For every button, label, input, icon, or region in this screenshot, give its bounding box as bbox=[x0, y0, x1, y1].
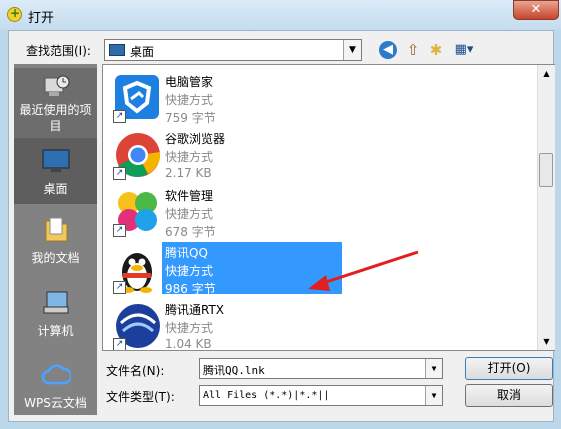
scroll-up-icon[interactable]: ▲ bbox=[538, 65, 555, 82]
chevron-down-icon[interactable]: ▼ bbox=[425, 386, 442, 405]
chevron-down-icon[interactable]: ▼ bbox=[425, 359, 442, 378]
vertical-scrollbar[interactable]: ▲ ▼ bbox=[537, 65, 555, 350]
file-type-select[interactable]: All Files (*.*)|*.*|| ▼ bbox=[199, 385, 443, 406]
file-type-value: All Files (*.*)|*.*|| bbox=[203, 390, 330, 401]
scroll-down-icon[interactable]: ▼ bbox=[538, 333, 555, 350]
file-type-label: 文件类型(T): bbox=[106, 390, 175, 404]
file-name-label: 文件名(N): bbox=[106, 364, 165, 378]
red-arrow-icon bbox=[308, 250, 419, 291]
cancel-button[interactable]: 取消 bbox=[465, 384, 553, 407]
file-name-value: 腾讯QQ.lnk bbox=[203, 364, 265, 377]
file-name-input[interactable]: 腾讯QQ.lnk ▼ bbox=[199, 358, 443, 379]
scroll-thumb[interactable] bbox=[539, 153, 553, 187]
open-button[interactable]: 打开(O) bbox=[465, 357, 553, 380]
